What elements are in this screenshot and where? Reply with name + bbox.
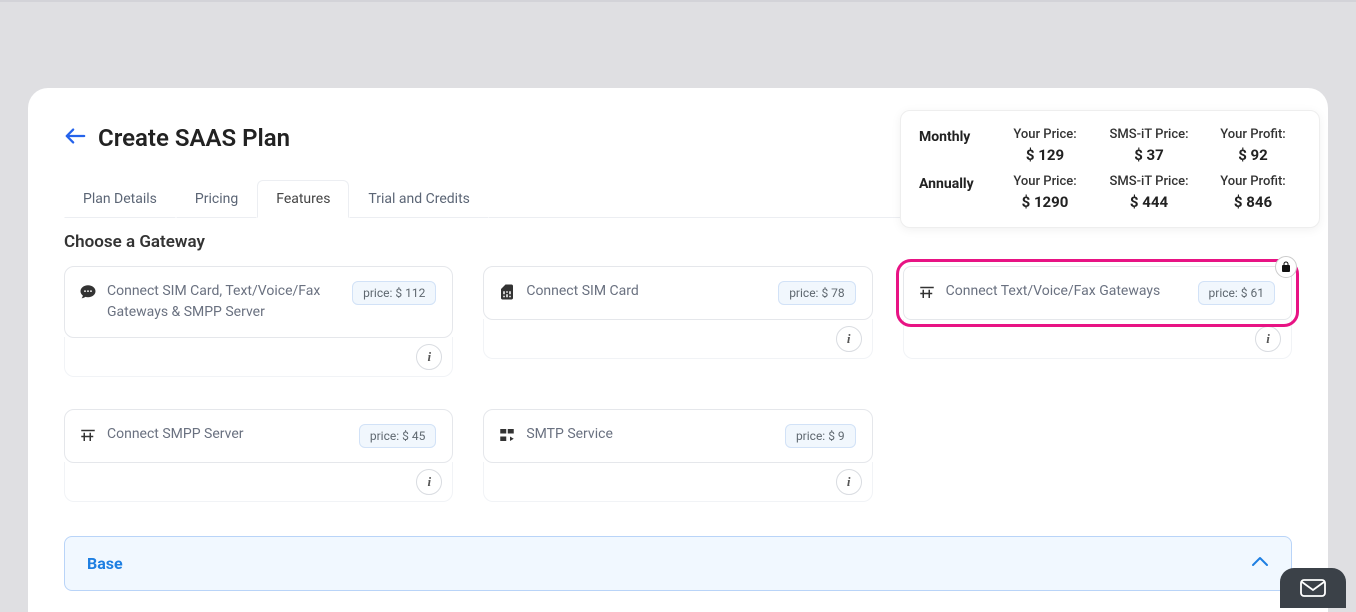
your-price-col: Your Price: $ 1290: [997, 174, 1093, 211]
gateway-price: price: $ 112: [352, 281, 436, 305]
chat-bubble-icon: [79, 283, 97, 301]
gateway-card-selected[interactable]: Connect Text/Voice/Fax Gateways price: $…: [903, 266, 1292, 320]
profit-value: $ 92: [1205, 146, 1301, 164]
gateway-label: Connect SIM Card, Text/Voice/Fax Gateway…: [107, 281, 342, 323]
gateway-card[interactable]: Connect SMPP Server price: $ 45: [64, 409, 453, 463]
your-price-col: Your Price: $ 129: [997, 127, 1093, 164]
gateway-cell: Connect SMPP Server price: $ 45 i: [64, 409, 453, 502]
pricing-row-monthly: Monthly Your Price: $ 129 SMS-iT Price: …: [919, 127, 1301, 164]
gateway-cell: SMTP Service price: $ 9 i: [483, 409, 872, 502]
gateway-label: SMTP Service: [526, 424, 775, 445]
profit-col: Your Profit: $ 92: [1205, 127, 1301, 164]
period-label: Annually: [919, 174, 989, 192]
smsit-price-col: SMS-iT Price: $ 37: [1101, 127, 1197, 164]
gateway-cell: Connect SIM Card, Text/Voice/Fax Gateway…: [64, 266, 453, 377]
profit-col: Your Profit: $ 846: [1205, 174, 1301, 211]
gateway-icon: [918, 283, 936, 301]
accordion-base[interactable]: Base: [64, 536, 1292, 591]
period-label: Monthly: [919, 127, 989, 145]
your-price-label: Your Price:: [997, 174, 1093, 189]
gateway-price: price: $ 9: [785, 424, 856, 448]
gateway-info-row: i: [64, 462, 453, 502]
section-heading: Choose a Gateway: [64, 232, 1292, 252]
accordion-base-title: Base: [87, 554, 123, 573]
back-arrow-icon[interactable]: [64, 127, 86, 150]
gateway-price: price: $ 78: [778, 281, 855, 305]
gateway-label: Connect Text/Voice/Fax Gateways: [946, 281, 1188, 302]
your-price-value: $ 1290: [997, 193, 1093, 211]
your-price-value: $ 129: [997, 146, 1093, 164]
info-icon[interactable]: i: [1255, 326, 1281, 352]
chevron-up-icon: [1251, 553, 1269, 574]
info-icon[interactable]: i: [416, 469, 442, 495]
tab-pricing[interactable]: Pricing: [176, 180, 257, 218]
profit-label: Your Profit:: [1205, 127, 1301, 142]
smsit-price-col: SMS-iT Price: $ 444: [1101, 174, 1197, 211]
gateway-icon: [79, 426, 97, 444]
profit-label: Your Profit:: [1205, 174, 1301, 189]
gateway-price: price: $ 45: [359, 424, 436, 448]
smsit-price-value: $ 37: [1101, 146, 1197, 164]
tab-features[interactable]: Features: [257, 180, 349, 218]
tab-plan-details[interactable]: Plan Details: [64, 180, 176, 218]
gateway-price: price: $ 61: [1198, 281, 1275, 305]
smtp-icon: [498, 426, 516, 444]
chat-widget-button[interactable]: [1280, 568, 1346, 608]
profit-value: $ 846: [1205, 193, 1301, 211]
smsit-price-label: SMS-iT Price:: [1101, 127, 1197, 142]
gateway-info-row: i: [903, 319, 1292, 359]
gateway-label: Connect SMPP Server: [107, 424, 349, 445]
gateway-label: Connect SIM Card: [526, 281, 768, 302]
tab-trial-credits[interactable]: Trial and Credits: [349, 180, 488, 218]
gateway-info-row: i: [483, 462, 872, 502]
smsit-price-label: SMS-iT Price:: [1101, 174, 1197, 189]
gateway-card[interactable]: Connect SIM Card, Text/Voice/Fax Gateway…: [64, 266, 453, 338]
info-icon[interactable]: i: [836, 326, 862, 352]
pricing-row-annually: Annually Your Price: $ 1290 SMS-iT Price…: [919, 174, 1301, 211]
lock-icon: [1275, 256, 1297, 278]
gateway-card[interactable]: SMTP Service price: $ 9: [483, 409, 872, 463]
top-divider: [0, 0, 1356, 2]
info-icon[interactable]: i: [416, 344, 442, 370]
info-icon[interactable]: i: [836, 469, 862, 495]
gateway-cell: Connect SIM Card price: $ 78 i: [483, 266, 872, 377]
smsit-price-value: $ 444: [1101, 193, 1197, 211]
mail-icon: [1299, 577, 1327, 599]
gateway-info-row: i: [64, 337, 453, 377]
gateway-card[interactable]: Connect SIM Card price: $ 78: [483, 266, 872, 320]
page-title: Create SAAS Plan: [98, 124, 290, 152]
gateway-info-row: i: [483, 319, 872, 359]
pricing-summary-box: Monthly Your Price: $ 129 SMS-iT Price: …: [900, 110, 1320, 228]
gateway-grid: Connect SIM Card, Text/Voice/Fax Gateway…: [64, 266, 1292, 502]
your-price-label: Your Price:: [997, 127, 1093, 142]
gateway-cell: Connect Text/Voice/Fax Gateways price: $…: [903, 266, 1292, 377]
sim-card-icon: [498, 283, 516, 301]
